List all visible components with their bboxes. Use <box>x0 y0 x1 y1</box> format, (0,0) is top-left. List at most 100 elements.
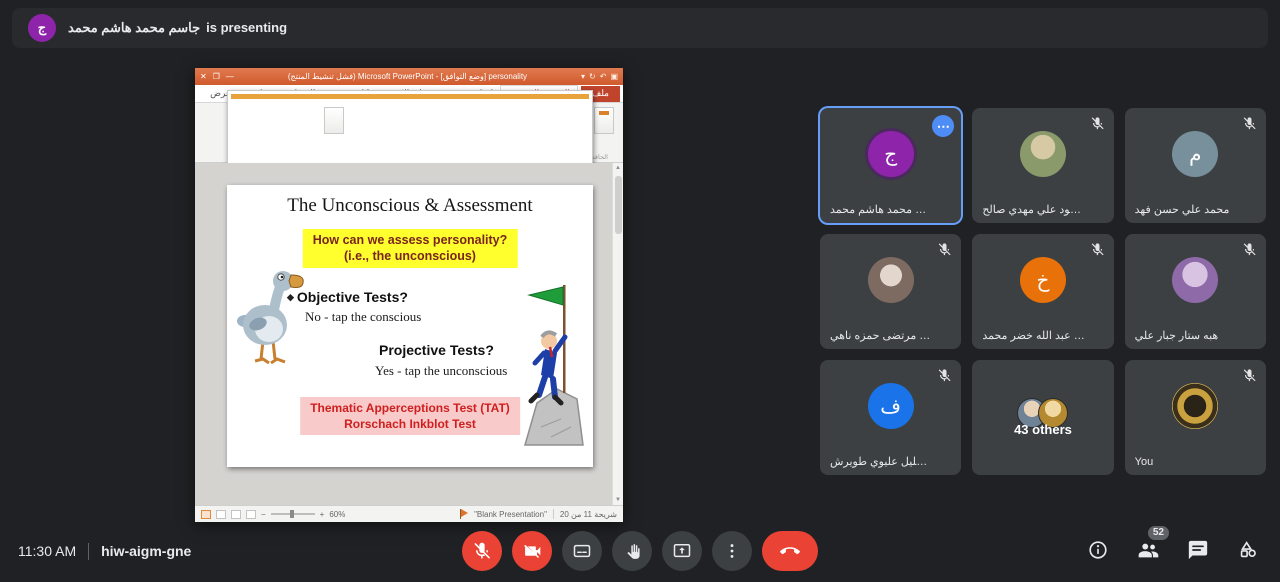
slide-tests-highlight: Thematic Apperceptions Test (TAT) Rorsch… <box>300 397 520 435</box>
avatar-photo <box>1020 131 1066 177</box>
mic-off-icon <box>1090 242 1105 257</box>
minimize-window-icon[interactable] <box>226 73 234 81</box>
close-window-icon[interactable] <box>200 73 207 81</box>
scrollbar-thumb[interactable] <box>615 176 622 234</box>
clock-time: 11:30 AM <box>18 543 76 559</box>
bottom-bar: 11:30 AM hiw-aigm-gne 52 <box>0 520 1280 582</box>
projective-tests-answer: Yes - tap the unconscious <box>375 363 507 379</box>
objective-tests-heading: Objective Tests? <box>287 289 408 305</box>
normal-view-icon[interactable] <box>201 510 211 519</box>
participant-tile-others[interactable]: 43 others <box>972 360 1113 475</box>
projective-tests-heading: Projective Tests? <box>379 342 494 358</box>
spell-check-flag-icon <box>459 509 468 519</box>
presenting-message: جاسم محمد هاشم محمد is presenting <box>68 20 287 36</box>
hand-icon <box>622 541 642 561</box>
tile-options-button[interactable] <box>932 115 954 137</box>
participant-tile[interactable]: داليا مرتضى حمزه ناهي <box>820 234 961 349</box>
slide-canvas: The Unconscious & Assessment How can we … <box>227 185 593 467</box>
mic-off-icon <box>937 242 952 257</box>
participant-tile[interactable]: م محمد علي حسن فهد <box>1125 108 1266 223</box>
activities-button[interactable] <box>1236 539 1260 563</box>
maximize-window-icon[interactable] <box>213 73 220 81</box>
mic-off-icon <box>472 541 492 561</box>
captions-button[interactable] <box>562 531 602 571</box>
quick-access-toolbar[interactable] <box>581 72 618 81</box>
meeting-meta: 11:30 AM hiw-aigm-gne <box>18 543 191 560</box>
tests-line-2: Rorschach Inkblot Test <box>310 416 510 432</box>
chat-button[interactable] <box>1186 539 1210 563</box>
participant-name: محمد علي حسن فهد <box>1135 203 1238 216</box>
climber-flag-cartoon <box>511 277 591 447</box>
call-controls <box>462 531 818 571</box>
participant-tile[interactable]: خ خضر عبد الله خضر محمد <box>972 234 1113 349</box>
presenting-suffix: is presenting <box>206 20 287 36</box>
redo-icon[interactable] <box>589 72 596 81</box>
reading-view-icon[interactable] <box>231 510 241 519</box>
meeting-details-button[interactable] <box>1086 539 1110 563</box>
slideshow-view-icon[interactable] <box>246 510 256 519</box>
presenter-name: جاسم محمد هاشم محمد <box>68 20 200 36</box>
present-icon <box>672 541 692 561</box>
objective-tests-answer: No - tap the conscious <box>305 309 421 325</box>
participants-button[interactable]: 52 <box>1136 539 1160 563</box>
participant-tile-presenter[interactable]: ج جاسم محمد هاشم محمد <box>820 108 961 223</box>
avatar-letter: ف <box>868 383 914 429</box>
zoom-level: 60% <box>329 510 345 519</box>
zoom-slider[interactable] <box>271 513 315 515</box>
dodo-bird-cartoon <box>233 263 305 371</box>
mic-mute-button[interactable] <box>462 531 502 571</box>
slide-counter: شريحة 11 من 20 <box>560 510 617 519</box>
undo-icon[interactable] <box>600 72 607 81</box>
paste-icon[interactable] <box>594 107 614 134</box>
more-vert-icon <box>722 541 742 561</box>
presenting-banner: ج جاسم محمد هاشم محمد is presenting <box>12 8 1268 48</box>
ppt-ribbon: الحافظة شريحة جديدة شرائح <box>195 103 623 163</box>
ppt-workspace: The Unconscious & Assessment How can we … <box>195 163 623 505</box>
zoom-in-icon[interactable] <box>320 510 325 519</box>
participant-tile[interactable]: محمود علي مهدي صالح <box>972 108 1113 223</box>
people-icon <box>1137 539 1159 561</box>
camera-off-button[interactable] <box>512 531 552 571</box>
participant-name: هبه ستار جبار علي <box>1135 329 1238 342</box>
ribbon-group-slides[interactable]: شريحة جديدة شرائح <box>518 105 573 162</box>
divider <box>88 543 89 560</box>
question-line-1: How can we assess personality? <box>313 232 508 248</box>
avatar-photo <box>1172 257 1218 303</box>
participants-grid: ج جاسم محمد هاشم محمد محمود علي مهدي صال… <box>820 108 1266 475</box>
google-meet-app: { "colors": { "background": "#202124", "… <box>0 0 1280 582</box>
camera-off-icon <box>522 541 542 561</box>
others-count-label: 43 others <box>972 422 1113 437</box>
participant-name: You <box>1135 456 1238 468</box>
raise-hand-button[interactable] <box>612 531 652 571</box>
participant-tile-you[interactable]: You <box>1125 360 1266 475</box>
participant-tile[interactable]: ف فائز خليل عليوي طويرش <box>820 360 961 475</box>
avatar-letter: ج <box>868 131 914 177</box>
zoom-out-icon[interactable] <box>261 510 266 519</box>
shape-gallery-icon[interactable] <box>324 107 344 134</box>
participant-tile[interactable]: هبه ستار جبار علي <box>1125 234 1266 349</box>
shared-screen-powerpoint: personality [وضع التوافق] - Microsoft Po… <box>195 68 623 522</box>
slide-scrollbar[interactable] <box>612 163 623 505</box>
presentation-name: "Blank Presentation" <box>474 510 547 519</box>
present-button[interactable] <box>662 531 702 571</box>
participant-count-badge: 52 <box>1148 526 1169 540</box>
ppt-titlebar: personality [وضع التوافق] - Microsoft Po… <box>195 68 623 85</box>
qat-customize-icon[interactable] <box>581 72 585 81</box>
save-icon[interactable] <box>610 72 618 81</box>
slide-title: The Unconscious & Assessment <box>227 195 593 217</box>
slide-sorter-view-icon[interactable] <box>216 510 226 519</box>
end-call-button[interactable] <box>762 531 818 571</box>
avatar-logo <box>1172 383 1218 429</box>
scroll-up-icon[interactable] <box>615 164 621 172</box>
mic-off-icon <box>1090 116 1105 131</box>
scroll-down-icon[interactable] <box>615 496 621 504</box>
ppt-window-title: personality [وضع التوافق] - Microsoft Po… <box>240 72 575 81</box>
meeting-code: hiw-aigm-gne <box>101 543 191 559</box>
avatar-letter: م <box>1172 131 1218 177</box>
more-options-button[interactable] <box>712 531 752 571</box>
question-line-2: (i.e., the unconscious) <box>313 248 508 264</box>
chat-icon <box>1187 539 1209 561</box>
participant-name: محمود علي مهدي صالح <box>982 203 1085 216</box>
mic-off-icon <box>1242 116 1257 131</box>
slide-question-highlight: How can we assess personality? (i.e., th… <box>303 229 518 268</box>
